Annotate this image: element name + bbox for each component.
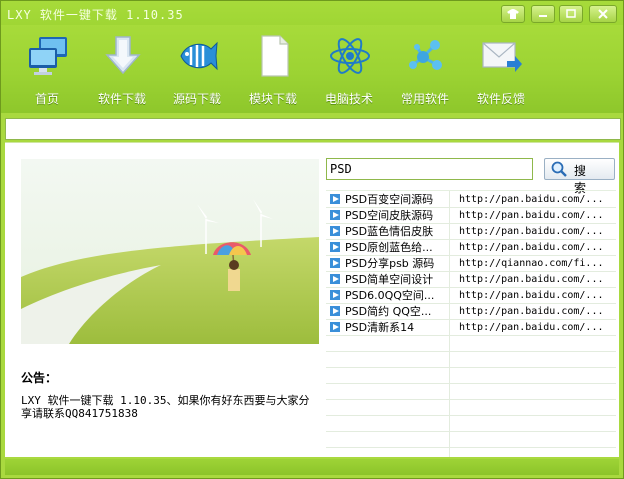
file-icon [330,258,340,268]
result-url: http://pan.baidu.com/... [459,306,604,317]
notice-title: 公告： [21,371,58,385]
file-icon [330,210,340,220]
app-window: LXY 软件一键下载 1.10.35 首页 软件下载 源码下载 模块下载 电脑技… [0,0,624,479]
minimize-icon [539,15,547,17]
result-url: http://pan.baidu.com/... [459,242,604,253]
notice-text: LXY 软件一键下载 1.10.35、如果你有好东西要与大家分享请联系QQ841… [21,394,310,420]
result-url: http://pan.baidu.com/... [459,194,604,205]
mail-arrow-icon [482,42,522,72]
toolbar-tech[interactable]: 电脑技术 [311,31,387,106]
main-toolbar: 首页 软件下载 源码下载 模块下载 电脑技术 常用软件 软件反馈 [1,25,623,113]
toolbar-source[interactable]: 源码下载 [159,31,235,106]
result-name: PSD简单空间设计 [345,273,434,286]
toolbar-feedback-label: 软件反馈 [476,92,525,106]
result-url: http://pan.baidu.com/... [459,322,604,333]
list-item[interactable]: PSD分享psb 源码 http://qiannao.com/fi... [326,255,616,272]
toolbar-feedback[interactable]: 软件反馈 [463,31,539,106]
title-bar[interactable]: LXY 软件一键下载 1.10.35 [1,1,623,25]
close-button[interactable] [589,5,617,23]
toolbar-common-label: 常用软件 [400,92,449,106]
file-icon [330,274,340,284]
list-item[interactable]: PSD百变空间源码 http://pan.baidu.com/... [326,191,616,208]
empty-row [326,399,616,416]
result-name: PSD蓝色情侣皮肤 [345,225,434,238]
empty-row [326,431,616,448]
window-title: LXY 软件一键下载 1.10.35 [7,8,184,22]
maximize-button[interactable] [559,5,583,23]
toolbar-module-label: 模块下载 [248,92,297,106]
empty-row [326,415,616,432]
toolbar-tech-label: 电脑技术 [324,92,373,106]
file-icon [330,226,340,236]
main-panel: 公告： LXY 软件一键下载 1.10.35、如果你有好东西要与大家分享请联系Q… [5,142,619,457]
status-bar [5,459,619,475]
result-url: http://pan.baidu.com/... [459,274,604,285]
toolbar-module[interactable]: 模块下载 [235,31,311,106]
search-icon [551,161,567,177]
atom-icon [330,38,370,74]
list-item[interactable]: PSD清新系14 http://pan.baidu.com/... [326,319,616,336]
result-name: PSD清新系14 [345,321,415,334]
search-input[interactable]: PSD [326,158,533,180]
empty-row [326,383,616,400]
empty-row [326,335,616,352]
list-item[interactable]: PSD6.0QQ空间... http://pan.baidu.com/... [326,287,616,304]
empty-row [326,351,616,368]
result-url: http://pan.baidu.com/... [459,290,604,301]
toolbar-software[interactable]: 软件下载 [84,31,160,106]
toolbar-home-label: 首页 [34,92,59,106]
address-bar[interactable] [5,118,621,140]
list-item[interactable]: PSD简单空间设计 http://pan.baidu.com/... [326,271,616,288]
monitors-icon [29,37,67,75]
file-icon [330,290,340,300]
download-arrow-icon [105,36,141,75]
molecule-icon [409,40,442,70]
list-item[interactable]: PSD空间皮肤源码 http://pan.baidu.com/... [326,207,616,224]
file-icon [330,322,340,332]
maximize-icon [566,9,576,18]
list-item[interactable]: PSD简约 QQ空... http://pan.baidu.com/... [326,303,616,320]
result-name: PSD空间皮肤源码 [345,209,434,222]
minimize-button[interactable] [531,5,555,23]
result-name: PSD百变空间源码 [345,193,434,206]
file-icon [330,306,340,316]
shirt-icon [507,9,519,19]
fish-icon [180,41,218,71]
toolbar-software-label: 软件下载 [97,92,146,106]
result-name: PSD原创蓝色给... [345,241,433,254]
result-name: PSD6.0QQ空间... [345,289,435,302]
result-name: PSD分享psb 源码 [345,257,435,270]
file-icon [330,194,340,204]
search-button[interactable]: 搜 索 [544,158,615,195]
toolbar-common[interactable]: 常用软件 [387,31,463,106]
result-name: PSD简约 QQ空... [345,305,432,318]
list-item[interactable]: PSD原创蓝色给... http://pan.baidu.com/... [326,239,616,256]
toolbar-source-label: 源码下载 [172,92,221,106]
result-url: http://qiannao.com/fi... [459,258,604,269]
toolbar-home[interactable]: 首页 [9,31,85,106]
close-icon [598,9,608,19]
result-url: http://pan.baidu.com/... [459,226,604,237]
empty-row [326,367,616,384]
skin-button[interactable] [501,5,525,23]
file-icon [330,242,340,252]
banner-image [21,159,319,344]
list-item[interactable]: PSD蓝色情侣皮肤 http://pan.baidu.com/... [326,223,616,240]
results-list: PSD百变空间源码 http://pan.baidu.com/... PSD空间… [326,190,616,457]
result-url: http://pan.baidu.com/... [459,210,604,221]
document-icon [261,35,289,77]
